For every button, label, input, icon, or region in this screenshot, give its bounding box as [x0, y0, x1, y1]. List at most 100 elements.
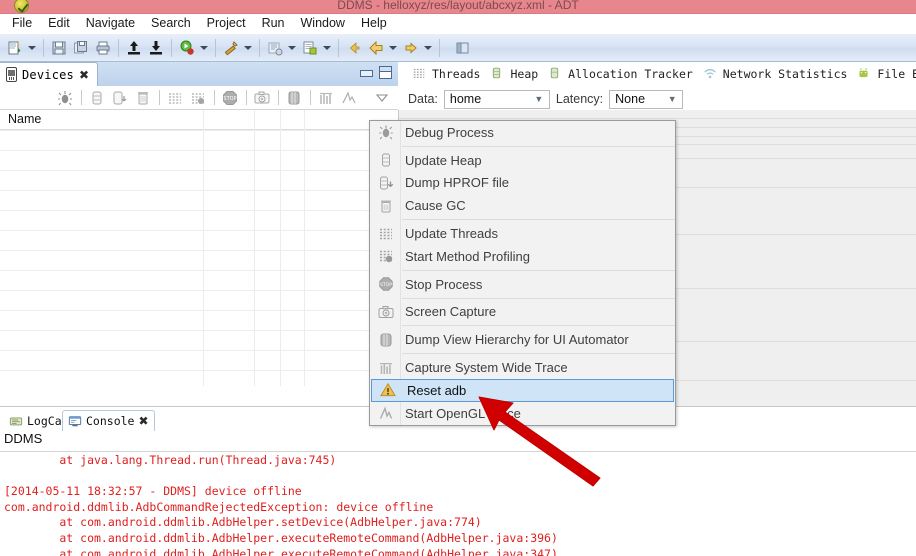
toolbar-separator	[214, 90, 215, 105]
menu-item-update-threads[interactable]: Update Threads	[370, 222, 675, 245]
table-row[interactable]	[0, 210, 398, 211]
forward-yellow-icon[interactable]	[401, 38, 421, 58]
chevron-down-icon[interactable]: ▼	[530, 91, 548, 108]
debug-icon[interactable]	[221, 38, 241, 58]
table-row[interactable]	[0, 310, 398, 311]
back-dropdown-arrow[interactable]	[387, 38, 398, 58]
dump-hprof-icon[interactable]	[110, 88, 131, 108]
menu-item-capture-system-wide-trace[interactable]: Capture System Wide Trace	[370, 356, 675, 379]
table-row[interactable]	[0, 130, 398, 131]
menu-item-update-heap[interactable]: Update Heap	[370, 149, 675, 172]
menu-item-start-opengl-trace[interactable]: Start OpenGL Trace	[370, 402, 675, 425]
device-context-menu[interactable]: Debug Process Update Heap Dump HPROF fil…	[369, 120, 676, 426]
table-row[interactable]	[0, 370, 398, 371]
menu-item-screen-capture[interactable]: Screen Capture	[370, 301, 675, 324]
screen-capture-icon[interactable]	[252, 88, 273, 108]
menu-item-dump-view-hierarchy[interactable]: Dump View Hierarchy for UI Automator	[370, 328, 675, 351]
update-threads-icon[interactable]	[165, 88, 186, 108]
menu-item-dump-hprof-file[interactable]: Dump HPROF file	[370, 172, 675, 195]
menu-item-dump-view-hierarchy-label: Dump View Hierarchy for UI Automator	[405, 332, 629, 348]
menu-run[interactable]: Run	[254, 14, 293, 33]
table-row[interactable]	[0, 350, 398, 351]
menu-separator	[402, 269, 675, 271]
back-yellow-icon[interactable]	[366, 38, 386, 58]
start-method-profiling-icon[interactable]	[188, 88, 209, 108]
menu-item-debug-process[interactable]: Debug Process	[370, 121, 675, 144]
close-icon[interactable]: ✖	[138, 415, 148, 427]
new-android-icon[interactable]	[300, 38, 320, 58]
stop-icon: STOP	[370, 273, 402, 296]
print-icon[interactable]	[93, 38, 113, 58]
back-yellow-small-icon[interactable]	[344, 38, 364, 58]
table-row[interactable]	[0, 230, 398, 231]
import-down-icon[interactable]	[146, 38, 166, 58]
menu-item-cause-gc[interactable]: Cause GC	[370, 194, 675, 217]
menu-edit[interactable]: Edit	[40, 14, 78, 33]
save-all-icon[interactable]	[71, 38, 91, 58]
chevron-down-icon[interactable]: ▼	[663, 91, 681, 108]
update-heap-icon[interactable]	[87, 88, 108, 108]
forward-dropdown-arrow[interactable]	[422, 38, 433, 58]
new-wizard-dropdown-arrow[interactable]	[26, 38, 37, 58]
run-icon[interactable]	[177, 38, 197, 58]
menu-item-debug-process-label: Debug Process	[405, 124, 494, 140]
tab-file-explorer[interactable]: File Explorer	[857, 66, 916, 82]
latency-filter-combo[interactable]: None ▼	[609, 89, 684, 109]
allocation-tracker-icon	[548, 66, 564, 82]
menu-search[interactable]: Search	[143, 14, 199, 33]
menu-item-capture-system-wide-trace-label: Capture System Wide Trace	[405, 360, 568, 376]
table-row[interactable]	[0, 190, 398, 191]
external-tools-icon[interactable]	[265, 38, 285, 58]
tab-devices[interactable]: Devices ✖	[0, 62, 99, 86]
menu-item-start-method-profiling[interactable]: Start Method Profiling	[370, 245, 675, 268]
stop-process-icon[interactable]: STOP	[220, 88, 241, 108]
table-row[interactable]	[0, 270, 398, 271]
tab-allocation-tracker[interactable]: Allocation Tracker	[548, 66, 693, 82]
open-perspective-icon[interactable]	[453, 38, 473, 58]
new-wizard-icon[interactable]	[5, 38, 25, 58]
maximize-icon[interactable]	[379, 66, 392, 79]
menu-item-update-threads-label: Update Threads	[405, 226, 498, 242]
table-row[interactable]	[0, 330, 398, 331]
table-row[interactable]	[0, 170, 398, 171]
column-header-name[interactable]: Name	[0, 112, 41, 126]
console-divider	[0, 451, 916, 452]
menu-item-stop-process[interactable]: STOP Stop Process	[370, 273, 675, 296]
table-row[interactable]	[0, 250, 398, 251]
menu-project[interactable]: Project	[199, 14, 254, 33]
debug-dropdown-arrow[interactable]	[242, 38, 253, 58]
menu-window[interactable]: Window	[293, 14, 353, 33]
dump-view-hierarchy-icon[interactable]	[284, 88, 305, 108]
menu-separator	[402, 353, 675, 355]
external-tools-dropdown-arrow[interactable]	[286, 38, 297, 58]
export-up-icon[interactable]	[124, 38, 144, 58]
menu-help[interactable]: Help	[353, 14, 395, 33]
devices-table-header: Name	[0, 110, 398, 130]
run-dropdown-arrow[interactable]	[198, 38, 209, 58]
debug-process-icon[interactable]	[55, 88, 76, 108]
tab-heap[interactable]: Heap	[490, 66, 538, 82]
close-icon[interactable]: ✖	[79, 69, 89, 81]
main-toolbar	[0, 34, 916, 62]
tab-console[interactable]: Console ✖	[62, 410, 155, 431]
menu-item-dump-hprof-file-label: Dump HPROF file	[405, 175, 510, 191]
tab-threads[interactable]: Threads	[412, 66, 480, 82]
console-view: LogCat Console ✖ DDMS at java.lang.Threa…	[0, 406, 916, 556]
menu-file[interactable]: File	[4, 14, 40, 33]
minimize-icon[interactable]	[359, 66, 373, 79]
tab-network-statistics[interactable]: Network Statistics	[703, 66, 847, 82]
new-android-dropdown-arrow[interactable]	[321, 38, 332, 58]
capture-system-wide-trace-icon[interactable]	[316, 88, 337, 108]
menu-navigate[interactable]: Navigate	[78, 14, 143, 33]
table-row[interactable]	[0, 150, 398, 151]
table-row[interactable]	[0, 290, 398, 291]
save-icon[interactable]	[49, 38, 69, 58]
menu-item-reset-adb[interactable]: Reset adb	[371, 378, 674, 402]
console-title: DDMS	[4, 431, 43, 446]
cause-gc-icon[interactable]	[133, 88, 154, 108]
view-menu-icon[interactable]	[372, 88, 393, 108]
start-opengl-trace-icon[interactable]	[339, 88, 360, 108]
tab-heap-label: Heap	[510, 67, 539, 81]
warning-icon	[372, 380, 404, 401]
data-filter-combo[interactable]: home ▼	[443, 89, 550, 109]
